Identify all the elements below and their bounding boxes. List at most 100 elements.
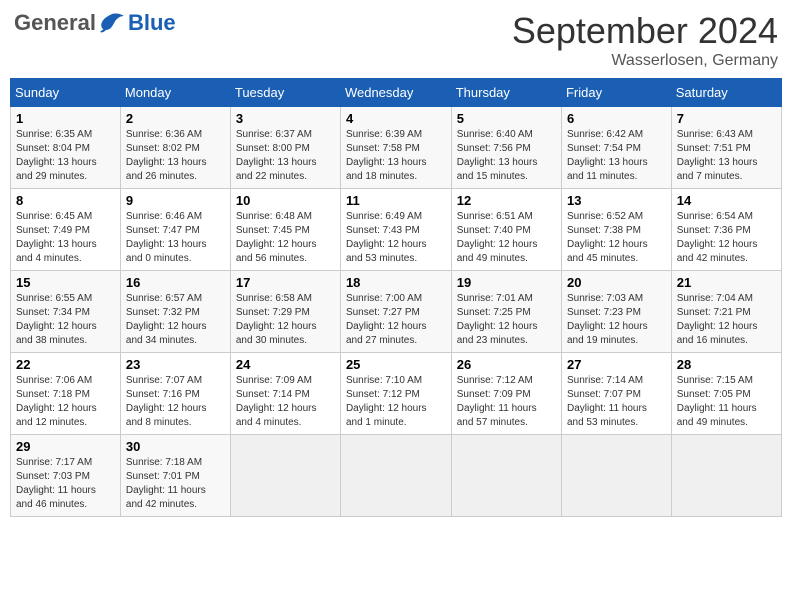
day-info: Sunrise: 6:51 AMSunset: 7:40 PMDaylight:… [457,210,556,266]
col-tuesday: Tuesday [230,79,340,107]
day-info: Sunrise: 6:58 AMSunset: 7:29 PMDaylight:… [236,292,335,348]
calendar-day-cell: 1 Sunrise: 6:35 AMSunset: 8:04 PMDaylight… [11,107,121,189]
calendar-day-cell: 24Sunrise: 7:09 AMSunset: 7:14 PMDayligh… [230,353,340,435]
empty-cell [561,435,671,517]
day-info: Sunrise: 7:00 AMSunset: 7:27 PMDaylight:… [346,292,446,348]
logo-blue: Blue [128,10,176,36]
calendar-day-cell: 8Sunrise: 6:45 AMSunset: 7:49 PMDaylight… [11,189,121,271]
calendar-day-cell: 4Sunrise: 6:39 AMSunset: 7:58 PMDaylight… [340,107,451,189]
calendar-day-cell: 13 Sunrise: 6:52 AMSunset: 7:38 PMDayligh… [561,189,671,271]
calendar-week-row: 15 Sunrise: 6:55 AMSunset: 7:34 PMDayligh… [11,271,782,353]
calendar-day-cell: 27 Sunrise: 7:14 AMSunset: 7:07 PMDayligh… [561,353,671,435]
day-number: 11 [346,193,446,208]
day-info: Sunrise: 6:37 AMSunset: 8:00 PMDaylight:… [236,128,335,184]
day-info: Sunrise: 6:55 AMSunset: 7:34 PMDaylight:… [16,292,115,348]
calendar-day-cell: 29Sunrise: 7:17 AMSunset: 7:03 PMDayligh… [11,435,121,517]
col-wednesday: Wednesday [340,79,451,107]
logo-text: General Blue [14,10,176,36]
day-number: 19 [457,275,556,290]
col-friday: Friday [561,79,671,107]
calendar-day-cell: 20Sunrise: 7:03 AMSunset: 7:23 PMDayligh… [561,271,671,353]
calendar-day-cell: 21 Sunrise: 7:04 AMSunset: 7:21 PMDayligh… [671,271,781,353]
calendar-day-cell: 16 Sunrise: 6:57 AMSunset: 7:32 PMDayligh… [120,271,230,353]
calendar-day-cell: 11 Sunrise: 6:49 AMSunset: 7:43 PMDayligh… [340,189,451,271]
calendar-day-cell: 5Sunrise: 6:40 AMSunset: 7:56 PMDaylight… [451,107,561,189]
calendar-day-cell: 3 Sunrise: 6:37 AMSunset: 8:00 PMDaylight… [230,107,340,189]
day-number: 4 [346,111,446,126]
day-info: Sunrise: 6:42 AMSunset: 7:54 PMDaylight:… [567,128,666,184]
day-info: Sunrise: 6:57 AMSunset: 7:32 PMDaylight:… [126,292,225,348]
day-number: 10 [236,193,335,208]
day-number: 6 [567,111,666,126]
logo-general: General [14,10,96,36]
day-info: Sunrise: 7:18 AMSunset: 7:01 PMDaylight:… [126,456,225,512]
calendar-table: Sunday Monday Tuesday Wednesday Thursday… [10,78,782,517]
day-info: Sunrise: 7:15 AMSunset: 7:05 PMDaylight:… [677,374,776,430]
calendar-week-row: 1 Sunrise: 6:35 AMSunset: 8:04 PMDaylight… [11,107,782,189]
day-number: 28 [677,357,776,372]
day-info: Sunrise: 7:01 AMSunset: 7:25 PMDaylight:… [457,292,556,348]
day-info: Sunrise: 6:35 AMSunset: 8:04 PMDaylight:… [16,128,115,184]
calendar-day-cell: 15 Sunrise: 6:55 AMSunset: 7:34 PMDayligh… [11,271,121,353]
calendar-day-cell: 28 Sunrise: 7:15 AMSunset: 7:05 PMDayligh… [671,353,781,435]
day-number: 23 [126,357,225,372]
day-number: 26 [457,357,556,372]
day-number: 13 [567,193,666,208]
col-saturday: Saturday [671,79,781,107]
day-number: 25 [346,357,446,372]
calendar-week-row: 29Sunrise: 7:17 AMSunset: 7:03 PMDayligh… [11,435,782,517]
day-number: 1 [16,111,115,126]
day-number: 29 [16,439,115,454]
calendar-day-cell: 9 Sunrise: 6:46 AMSunset: 7:47 PMDaylight… [120,189,230,271]
calendar-day-cell: 14Sunrise: 6:54 AMSunset: 7:36 PMDayligh… [671,189,781,271]
logo: General Blue [14,10,176,36]
day-info: Sunrise: 7:07 AMSunset: 7:16 PMDaylight:… [126,374,225,430]
day-number: 17 [236,275,335,290]
day-number: 5 [457,111,556,126]
col-thursday: Thursday [451,79,561,107]
day-info: Sunrise: 6:36 AMSunset: 8:02 PMDaylight:… [126,128,225,184]
day-info: Sunrise: 7:12 AMSunset: 7:09 PMDaylight:… [457,374,556,430]
day-number: 12 [457,193,556,208]
month-title: September 2024 Wasserlosen, Germany [512,10,778,70]
calendar-day-cell: 22 Sunrise: 7:06 AMSunset: 7:18 PMDayligh… [11,353,121,435]
calendar-day-cell: 17 Sunrise: 6:58 AMSunset: 7:29 PMDayligh… [230,271,340,353]
day-info: Sunrise: 7:06 AMSunset: 7:18 PMDaylight:… [16,374,115,430]
calendar-day-cell: 23 Sunrise: 7:07 AMSunset: 7:16 PMDayligh… [120,353,230,435]
day-number: 9 [126,193,225,208]
empty-cell [451,435,561,517]
calendar-header-row: Sunday Monday Tuesday Wednesday Thursday… [11,79,782,107]
calendar-day-cell: 7Sunrise: 6:43 AMSunset: 7:51 PMDaylight… [671,107,781,189]
day-number: 16 [126,275,225,290]
day-info: Sunrise: 6:48 AMSunset: 7:45 PMDaylight:… [236,210,335,266]
calendar-day-cell: 30 Sunrise: 7:18 AMSunset: 7:01 PMDayligh… [120,435,230,517]
day-number: 30 [126,439,225,454]
day-number: 27 [567,357,666,372]
day-number: 3 [236,111,335,126]
day-info: Sunrise: 6:46 AMSunset: 7:47 PMDaylight:… [126,210,225,266]
day-number: 22 [16,357,115,372]
location-heading: Wasserlosen, Germany [512,52,778,70]
calendar-day-cell: 19 Sunrise: 7:01 AMSunset: 7:25 PMDayligh… [451,271,561,353]
empty-cell [230,435,340,517]
empty-cell [671,435,781,517]
day-number: 15 [16,275,115,290]
calendar-week-row: 8Sunrise: 6:45 AMSunset: 7:49 PMDaylight… [11,189,782,271]
day-info: Sunrise: 7:03 AMSunset: 7:23 PMDaylight:… [567,292,666,348]
day-number: 21 [677,275,776,290]
day-info: Sunrise: 7:04 AMSunset: 7:21 PMDaylight:… [677,292,776,348]
calendar-day-cell: 2Sunrise: 6:36 AMSunset: 8:02 PMDaylight… [120,107,230,189]
day-info: Sunrise: 6:49 AMSunset: 7:43 PMDaylight:… [346,210,446,266]
col-monday: Monday [120,79,230,107]
logo-bird-icon [98,12,126,34]
calendar-day-cell: 10 Sunrise: 6:48 AMSunset: 7:45 PMDayligh… [230,189,340,271]
day-info: Sunrise: 6:52 AMSunset: 7:38 PMDaylight:… [567,210,666,266]
day-number: 24 [236,357,335,372]
calendar-day-cell: 26 Sunrise: 7:12 AMSunset: 7:09 PMDayligh… [451,353,561,435]
day-info: Sunrise: 6:54 AMSunset: 7:36 PMDaylight:… [677,210,776,266]
calendar-day-cell: 25Sunrise: 7:10 AMSunset: 7:12 PMDayligh… [340,353,451,435]
day-info: Sunrise: 7:14 AMSunset: 7:07 PMDaylight:… [567,374,666,430]
calendar-day-cell: 6 Sunrise: 6:42 AMSunset: 7:54 PMDaylight… [561,107,671,189]
calendar-week-row: 22 Sunrise: 7:06 AMSunset: 7:18 PMDayligh… [11,353,782,435]
calendar-day-cell: 18Sunrise: 7:00 AMSunset: 7:27 PMDayligh… [340,271,451,353]
